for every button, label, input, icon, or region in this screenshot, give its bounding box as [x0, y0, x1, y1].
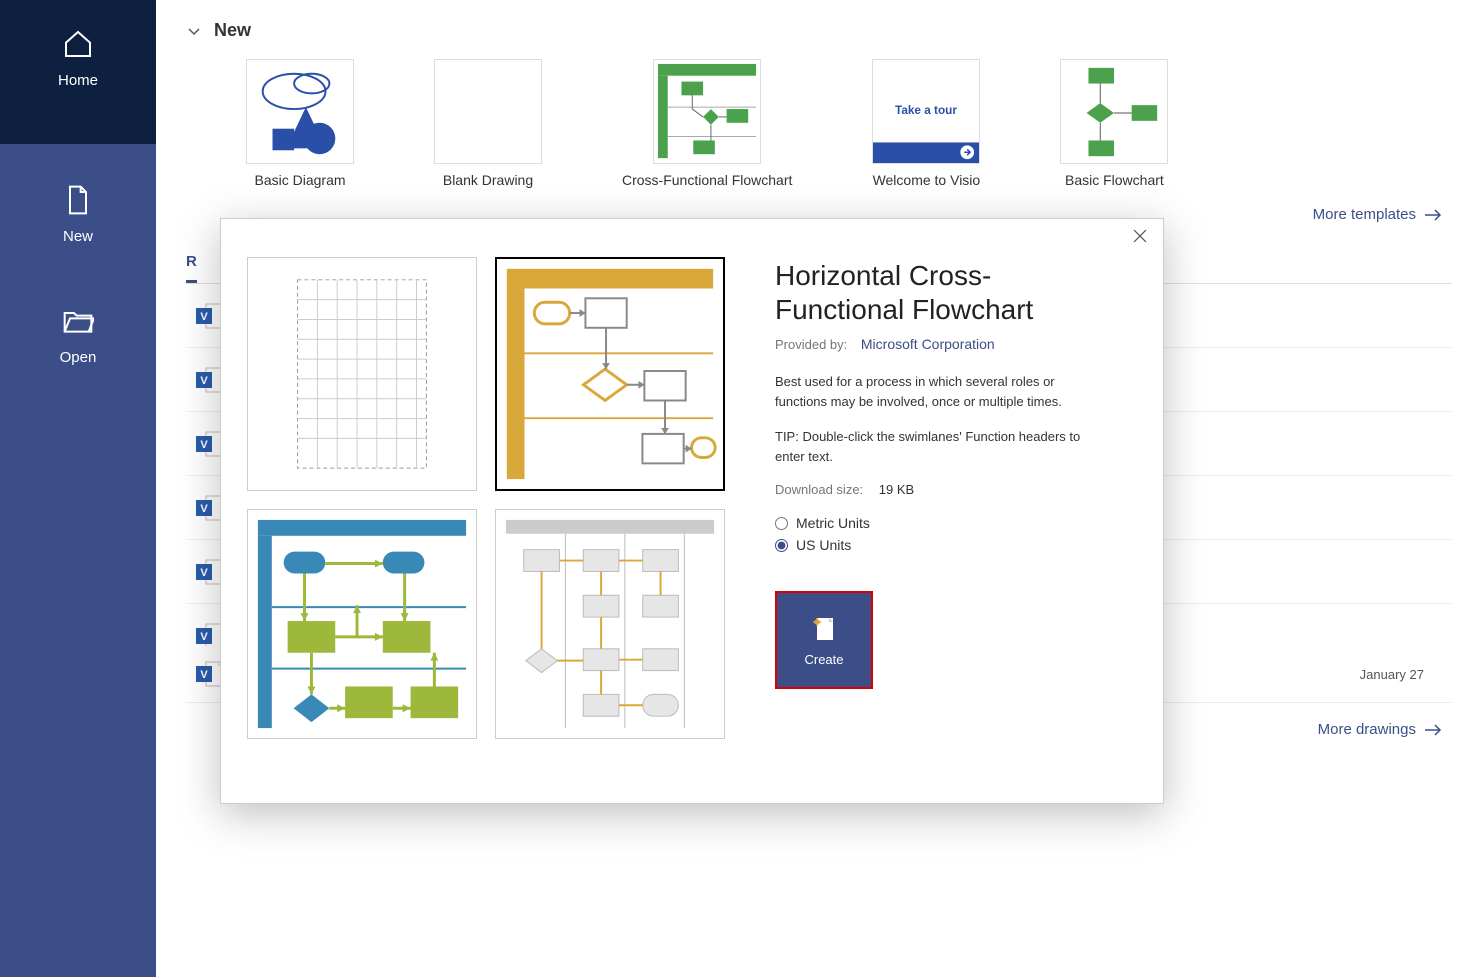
template-thumb: [1060, 59, 1168, 164]
open-folder-icon: [62, 305, 94, 337]
sidebar-label-open: Open: [60, 349, 97, 366]
download-size: Download size: 19 KB: [775, 482, 1103, 497]
chevron-down-icon: [186, 23, 202, 39]
section-title: New: [214, 20, 251, 41]
template-label: Basic Diagram: [254, 172, 345, 188]
modal-description-2: TIP: Double-click the swimlanes' Functio…: [775, 427, 1103, 466]
modal-title: Horizontal Cross-Functional Flowchart: [775, 259, 1103, 326]
download-label: Download size:: [775, 482, 863, 497]
preview-thumb-3[interactable]: [247, 509, 477, 739]
template-blank-drawing[interactable]: Blank Drawing: [434, 59, 542, 188]
preview-thumb-1[interactable]: [247, 257, 477, 491]
modal-close-button[interactable]: [1133, 229, 1147, 248]
create-button[interactable]: Create: [775, 591, 873, 689]
radio-metric-units[interactable]: Metric Units: [775, 515, 1103, 531]
modal-description-1: Best used for a process in which several…: [775, 372, 1103, 411]
templates-row: Basic Diagram Blank Drawing: [186, 49, 1452, 188]
template-label: Cross-Functional Flowchart: [622, 172, 792, 188]
preview-thumb-2-selected[interactable]: [495, 257, 725, 491]
home-icon: [62, 28, 94, 60]
arrow-right-icon: [1424, 208, 1442, 222]
radio-us-label: US Units: [796, 537, 851, 553]
sidebar: Home New Open: [0, 0, 156, 977]
sidebar-label-home: Home: [58, 72, 98, 89]
template-label: Blank Drawing: [443, 172, 533, 188]
radio-us-units[interactable]: US Units: [775, 537, 1103, 553]
sidebar-item-home[interactable]: Home: [0, 0, 156, 109]
template-basic-flowchart[interactable]: Basic Flowchart: [1060, 59, 1168, 188]
arrow-right-icon: [1424, 723, 1442, 737]
modal-details: Horizontal Cross-Functional Flowchart Pr…: [745, 219, 1163, 803]
provider-link[interactable]: Microsoft Corporation: [861, 336, 995, 352]
template-basic-diagram[interactable]: Basic Diagram: [246, 59, 354, 188]
svg-text:V: V: [200, 503, 208, 515]
sidebar-item-open[interactable]: Open: [0, 265, 156, 386]
file-date: January 27: [1360, 667, 1424, 682]
svg-text:V: V: [200, 669, 208, 681]
close-icon: [1133, 229, 1147, 243]
section-header-new[interactable]: New: [186, 0, 1452, 49]
modal-preview-grid: [221, 219, 745, 803]
radio-metric-label: Metric Units: [796, 515, 870, 531]
radio-us-input[interactable]: [775, 539, 788, 552]
template-thumb: Take a tour: [872, 59, 980, 164]
svg-text:V: V: [200, 311, 208, 323]
new-file-icon: [62, 184, 94, 216]
template-welcome[interactable]: Take a tour Welcome to Visio: [872, 59, 980, 188]
template-label: Welcome to Visio: [873, 172, 981, 188]
provided-by-label: Provided by:: [775, 337, 847, 352]
take-tour-text: Take a tour: [895, 104, 957, 117]
sidebar-label-new: New: [63, 228, 93, 245]
template-cross-functional[interactable]: Cross-Functional Flowchart: [622, 59, 792, 188]
more-drawings-label: More drawings: [1318, 721, 1416, 738]
template-label: Basic Flowchart: [1065, 172, 1164, 188]
provided-by: Provided by: Microsoft Corporation: [775, 336, 1103, 352]
svg-text:V: V: [200, 375, 208, 387]
svg-text:V: V: [200, 631, 208, 643]
sidebar-item-new[interactable]: New: [0, 144, 156, 265]
template-thumb: [434, 59, 542, 164]
radio-metric-input[interactable]: [775, 517, 788, 530]
create-file-icon: [809, 614, 839, 644]
download-value: 19 KB: [879, 482, 914, 497]
template-thumb: [246, 59, 354, 164]
more-templates-label: More templates: [1313, 206, 1416, 223]
svg-text:V: V: [200, 439, 208, 451]
create-button-label: Create: [804, 652, 843, 667]
preview-thumb-4[interactable]: [495, 509, 725, 739]
svg-text:V: V: [200, 567, 208, 579]
template-preview-modal: Horizontal Cross-Functional Flowchart Pr…: [220, 218, 1164, 804]
template-thumb: [653, 59, 761, 164]
recent-tab[interactable]: R: [186, 243, 197, 283]
